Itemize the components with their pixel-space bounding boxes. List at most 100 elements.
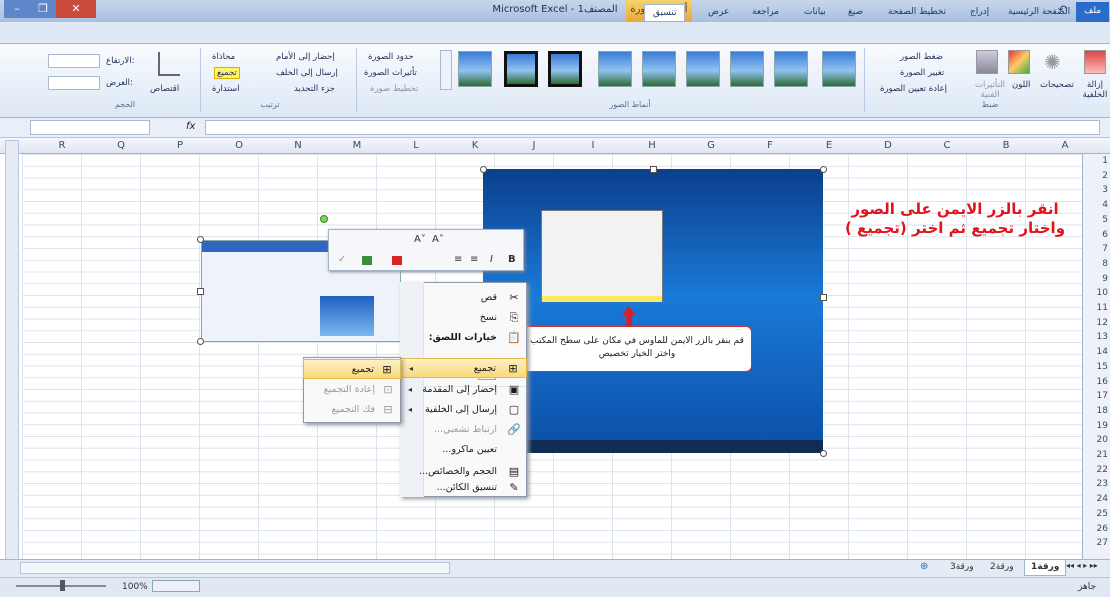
remove-background-button[interactable]: إزالة الخلفية — [1082, 80, 1108, 100]
rotate-button[interactable]: استدارة — [212, 84, 239, 94]
tab-file[interactable]: ملف — [1076, 2, 1110, 22]
row-header[interactable]: 15 — [1084, 362, 1108, 373]
row-header[interactable]: 11 — [1084, 303, 1108, 314]
font-color-icon[interactable] — [392, 256, 402, 265]
row-header[interactable]: 5 — [1084, 215, 1108, 226]
style-thumbnail[interactable] — [730, 51, 764, 87]
shape-fill-icon[interactable] — [362, 256, 372, 265]
column-header[interactable]: G — [686, 139, 736, 153]
row-header[interactable]: 12 — [1084, 318, 1108, 329]
style-thumbnail[interactable] — [458, 51, 492, 87]
column-header[interactable]: B — [981, 139, 1031, 153]
row-header[interactable]: 9 — [1084, 274, 1108, 285]
row-header[interactable]: 6 — [1084, 230, 1108, 241]
shrink-font-button[interactable]: A˅ — [414, 234, 426, 245]
row-header[interactable]: 24 — [1084, 494, 1108, 505]
style-thumbnail[interactable] — [504, 51, 538, 87]
sheet-tab-3[interactable]: ورقة3 — [944, 560, 980, 576]
menu-item-format-object[interactable]: ✎ تنسيق الكائن... — [400, 478, 527, 498]
insert-sheet-icon[interactable]: ⊕ — [920, 561, 928, 572]
styles-gallery-scroll[interactable] — [440, 50, 452, 90]
insert-function-button[interactable]: fx — [186, 121, 195, 132]
row-header[interactable]: 8 — [1084, 259, 1108, 270]
color-button[interactable]: اللون — [1012, 80, 1030, 90]
tab-home[interactable]: الصفحة الرئيسية — [1000, 4, 1078, 21]
sheet-nav-arrows-icon[interactable]: ◂◂ ◂ ▸ ▸▸ — [1066, 561, 1098, 570]
tab-view[interactable]: عرض — [700, 4, 737, 21]
row-header[interactable]: 18 — [1084, 406, 1108, 417]
align-right-icon[interactable]: ≡ — [470, 254, 478, 265]
grow-font-button[interactable]: A˄ — [432, 234, 444, 245]
row-header[interactable]: 19 — [1084, 421, 1108, 432]
menu-item-send-to-back[interactable]: ▢ إرسال إلى الخلفية ◂ — [400, 400, 527, 420]
corrections-button[interactable]: تصحيحات — [1040, 80, 1074, 90]
reset-picture-button[interactable]: إعادة تعيين الصورة — [880, 84, 947, 94]
minimize-button[interactable]: – — [4, 0, 30, 18]
align-button[interactable]: محاذاة — [212, 52, 235, 62]
format-painter-icon[interactable]: ✓ — [338, 254, 346, 265]
bold-button[interactable]: B — [508, 254, 516, 265]
picture-layout-button[interactable]: تخطيط صورة — [370, 84, 418, 94]
bring-forward-button[interactable]: إحضار إلى الأمام — [276, 52, 335, 62]
resize-handle[interactable] — [197, 236, 204, 243]
formula-input[interactable] — [205, 120, 1100, 135]
row-header[interactable]: 13 — [1084, 332, 1108, 343]
submenu-item-group[interactable]: ⊞ تجميع — [303, 359, 401, 379]
width-input[interactable] — [48, 76, 100, 90]
tab-review[interactable]: مراجعة — [744, 4, 787, 21]
row-header[interactable]: 22 — [1084, 465, 1108, 476]
style-thumbnail[interactable] — [774, 51, 808, 87]
horizontal-scrollbar[interactable] — [20, 562, 450, 574]
style-thumbnail[interactable] — [822, 51, 856, 87]
resize-handle[interactable] — [650, 166, 657, 173]
column-header[interactable]: A — [1040, 139, 1090, 153]
column-header[interactable]: K — [450, 139, 500, 153]
resize-handle[interactable] — [197, 338, 204, 345]
change-picture-button[interactable]: تغيير الصورة — [900, 68, 944, 78]
zoom-slider-thumb[interactable] — [60, 580, 65, 591]
sheet-tab-1[interactable]: ورقة1 — [1024, 560, 1067, 576]
row-header[interactable]: 2 — [1084, 171, 1108, 182]
picture-effects-button[interactable]: تأثيرات الصورة — [364, 68, 417, 78]
row-header[interactable]: 14 — [1084, 347, 1108, 358]
italic-button[interactable]: I — [490, 254, 493, 265]
style-thumbnail[interactable] — [548, 51, 582, 87]
column-header[interactable]: N — [273, 139, 323, 153]
close-button[interactable]: ✕ — [56, 0, 96, 18]
row-header[interactable]: 10 — [1084, 288, 1108, 299]
column-header[interactable]: L — [391, 139, 441, 153]
resize-handle[interactable] — [480, 166, 487, 173]
name-box[interactable] — [30, 120, 150, 135]
tab-data[interactable]: بيانات — [796, 4, 834, 21]
column-header[interactable]: P — [155, 139, 205, 153]
row-header[interactable]: 27 — [1084, 538, 1108, 549]
menu-item-assign-macro[interactable]: تعيين ماكرو... — [400, 440, 527, 460]
center-icon[interactable]: ≡ — [454, 254, 462, 265]
menu-item-hyperlink[interactable]: 🔗 ارتباط تشعبي... — [400, 420, 527, 440]
tab-page-layout[interactable]: تخطيط الصفحة — [880, 4, 954, 21]
submenu-item-regroup[interactable]: ⊡ إعادة التجميع — [303, 380, 401, 400]
menu-item-bring-to-front[interactable]: ▣ إحضار إلى المقدمة ◂ — [400, 380, 527, 400]
artistic-effects-button[interactable]: التأثيرات الفنية — [972, 80, 1008, 100]
menu-item-group[interactable]: ⊞ تجميع ◂ — [400, 358, 527, 378]
menu-item-cut[interactable]: ✂ قص — [400, 288, 527, 308]
crop-button[interactable]: اقتصاص — [150, 84, 179, 94]
tab-format[interactable]: تنسيق — [644, 4, 686, 21]
group-button[interactable]: تجميع — [214, 67, 240, 79]
menu-item-copy[interactable]: ⎘ نسخ — [400, 308, 527, 328]
row-header[interactable]: 16 — [1084, 377, 1108, 388]
row-header[interactable]: 23 — [1084, 479, 1108, 490]
column-header[interactable]: E — [804, 139, 854, 153]
submenu-item-ungroup[interactable]: ⊟ فك التجميع — [303, 400, 401, 420]
column-header[interactable]: J — [509, 139, 559, 153]
height-input[interactable] — [48, 54, 100, 68]
column-header[interactable]: F — [745, 139, 795, 153]
style-thumbnail[interactable] — [686, 51, 720, 87]
column-header[interactable]: M — [332, 139, 382, 153]
sheet-tab-2[interactable]: ورقة2 — [984, 560, 1020, 576]
column-header[interactable]: O — [214, 139, 264, 153]
column-header[interactable]: C — [922, 139, 972, 153]
resize-handle[interactable] — [820, 294, 827, 301]
style-thumbnail[interactable] — [598, 51, 632, 87]
column-header[interactable]: H — [627, 139, 677, 153]
